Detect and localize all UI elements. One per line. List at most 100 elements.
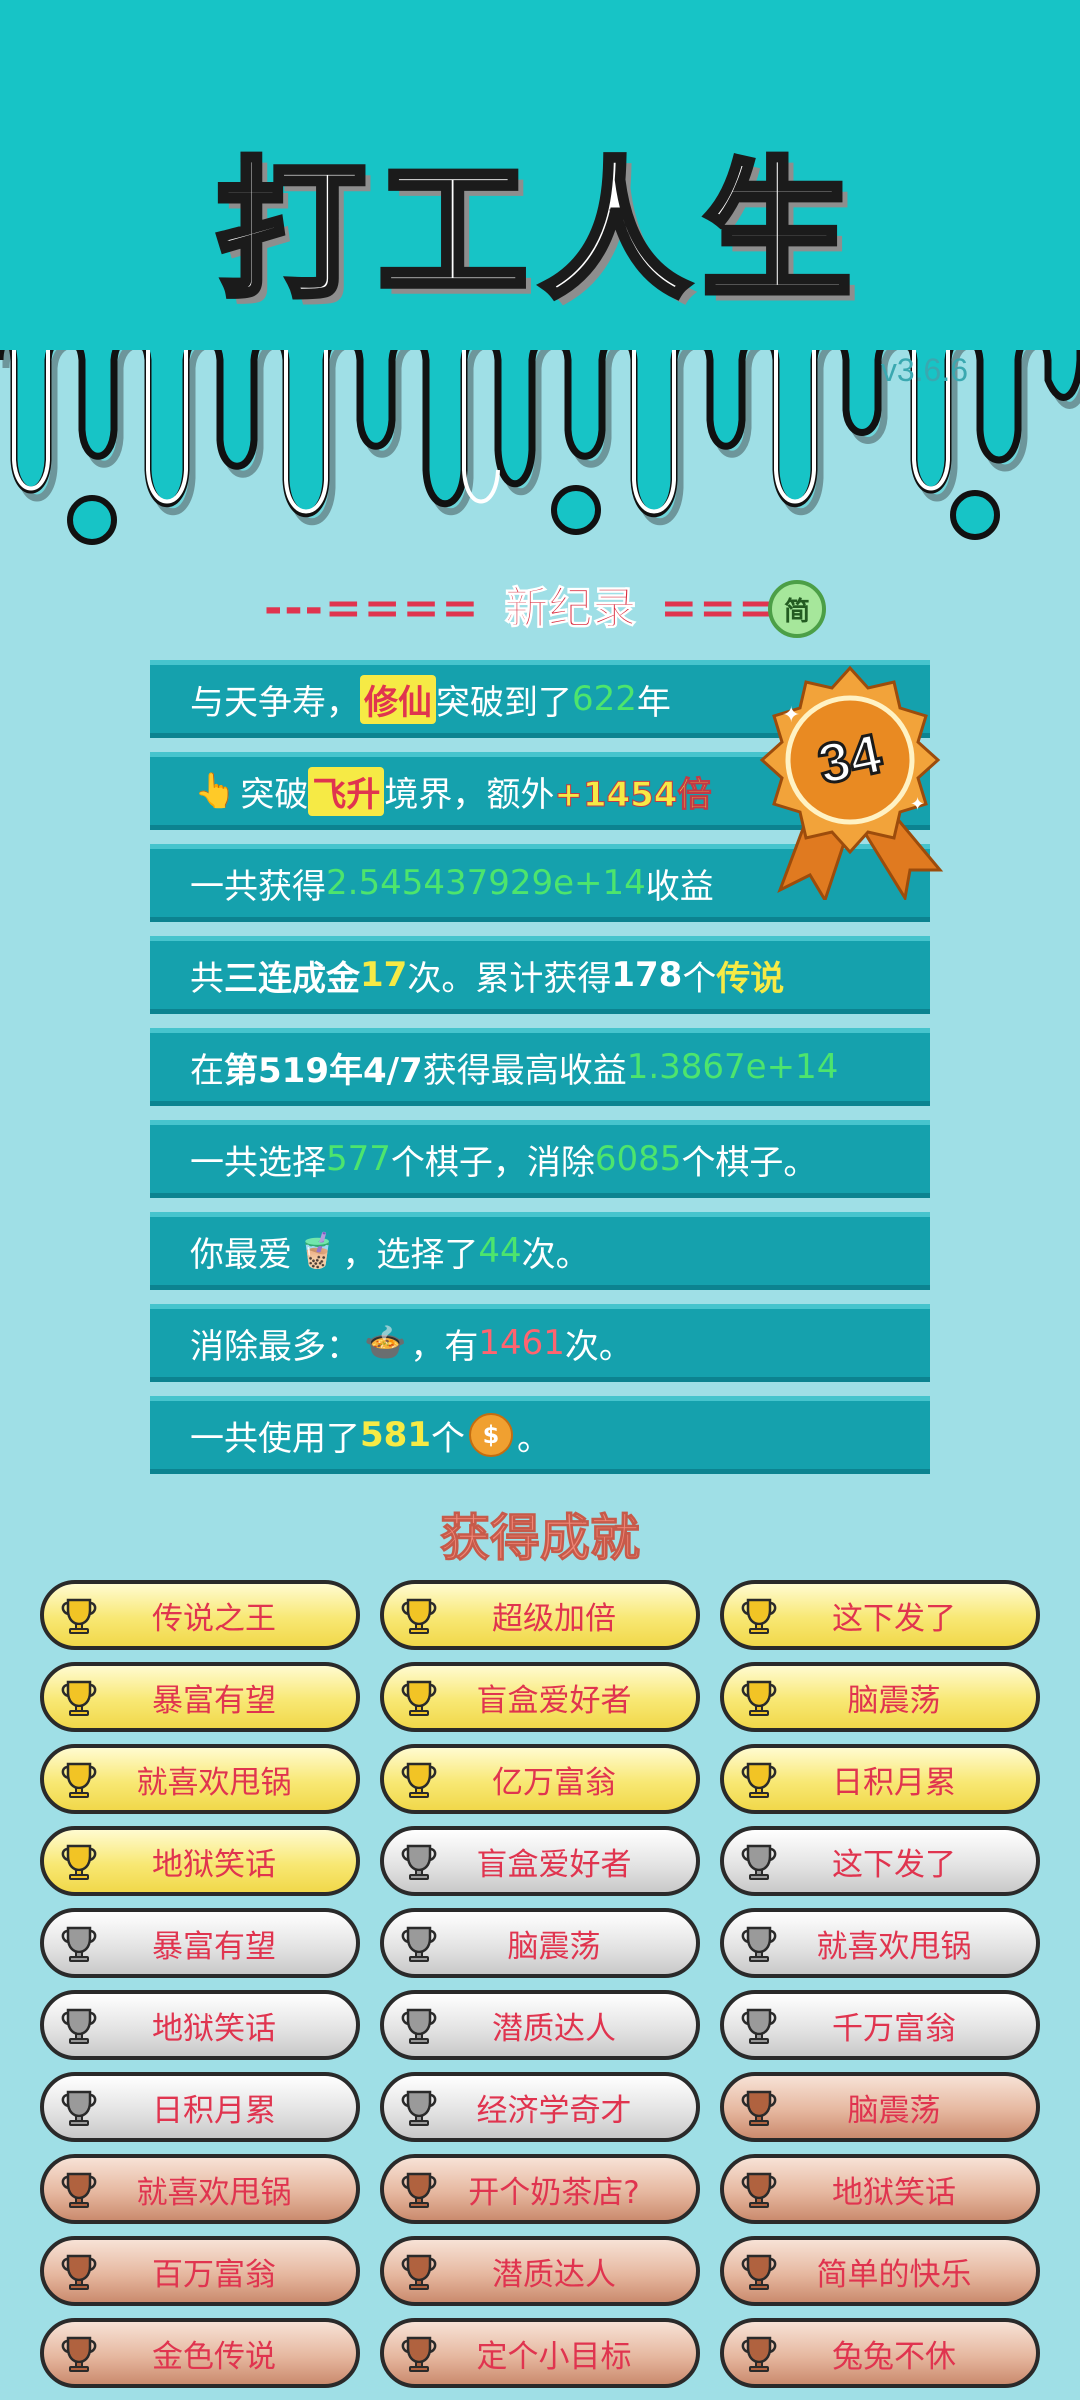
stat-text: 个棋子。 bbox=[681, 1142, 818, 1183]
simplified-toggle-button[interactable]: 简 bbox=[768, 580, 826, 638]
trophy-icon bbox=[396, 1920, 442, 1966]
achievement-badge[interactable]: 地狱笑话 bbox=[40, 1826, 360, 1896]
achievement-badge[interactable]: 开个奶茶店? bbox=[380, 2154, 700, 2224]
achievement-badge[interactable]: 就喜欢甩锅 bbox=[40, 1744, 360, 1814]
app-title: 打工人生 bbox=[213, 142, 864, 322]
achievement-badge[interactable]: 亿万富翁 bbox=[380, 1744, 700, 1814]
achievement-label: 潜质达人 bbox=[492, 2256, 616, 2293]
achievement-badge[interactable]: 日积月累 bbox=[720, 1744, 1040, 1814]
stat-text: 获得最高收益 bbox=[422, 1050, 627, 1091]
trophy-icon bbox=[56, 2166, 102, 2212]
trophy-icon bbox=[396, 2002, 442, 2048]
stat-text: 个棋子，消除 bbox=[390, 1142, 595, 1183]
achievement-badge[interactable]: 这下发了 bbox=[720, 1580, 1040, 1650]
achievement-badge[interactable]: 暴富有望 bbox=[40, 1908, 360, 1978]
achievement-label: 兔兔不休 bbox=[832, 2338, 956, 2375]
stat-text: 消除最多： bbox=[190, 1326, 360, 1367]
stat-text: +1454倍 bbox=[554, 774, 712, 815]
stat-row: 一共使用了 581 个 $。 bbox=[150, 1396, 930, 1474]
achievement-label: 潜质达人 bbox=[492, 2010, 616, 2047]
achievement-badge[interactable]: 就喜欢甩锅 bbox=[720, 1908, 1040, 1978]
stat-text: 2.545437929e+14 bbox=[326, 863, 646, 903]
stat-text: 次。累计获得 bbox=[407, 958, 612, 999]
achievement-label: 简单的快乐 bbox=[816, 2256, 972, 2293]
stat-text: 在 bbox=[190, 1050, 224, 1091]
achievement-label: 就喜欢甩锅 bbox=[136, 2174, 292, 2211]
achievement-badge[interactable]: 盲盒爱好者 bbox=[380, 1662, 700, 1732]
achievement-label: 就喜欢甩锅 bbox=[136, 1764, 292, 1801]
achievement-badge[interactable]: 地狱笑话 bbox=[720, 2154, 1040, 2224]
achievement-badge[interactable]: 超级加倍 bbox=[380, 1580, 700, 1650]
achievement-label: 超级加倍 bbox=[492, 1600, 616, 1637]
trophy-icon bbox=[56, 2330, 102, 2376]
stat-text: 。 bbox=[516, 1418, 551, 1459]
trophy-icon bbox=[56, 1674, 102, 1720]
stat-text: 一共使用了 bbox=[190, 1418, 360, 1459]
stat-text: 577 bbox=[326, 1139, 391, 1179]
stat-text: 飞升 bbox=[308, 766, 385, 816]
stat-text: 581 bbox=[360, 1415, 431, 1455]
achievement-label: 金色传说 bbox=[152, 2338, 276, 2375]
trophy-icon bbox=[736, 2166, 782, 2212]
trophy-icon bbox=[736, 2002, 782, 2048]
trophy-icon bbox=[396, 2248, 442, 2294]
trophy-icon bbox=[736, 2330, 782, 2376]
stat-text: 个 bbox=[682, 958, 717, 999]
trophy-icon bbox=[56, 2248, 102, 2294]
achievement-label: 脑震荡 bbox=[507, 1928, 601, 1965]
achievement-badge[interactable]: 日积月累 bbox=[40, 2072, 360, 2142]
trophy-icon bbox=[396, 2330, 442, 2376]
stat-text: 1461 bbox=[478, 1323, 565, 1363]
record-dash-left: ---==== bbox=[264, 583, 481, 634]
achievement-label: 暴富有望 bbox=[152, 1682, 276, 1719]
stat-text: 突破 bbox=[240, 774, 309, 815]
achievement-badge[interactable]: 脑震荡 bbox=[720, 2072, 1040, 2142]
rank-medal-icon: 34 ✦ ✦ bbox=[759, 665, 944, 900]
stat-text: 17 bbox=[360, 955, 408, 995]
achievement-badge[interactable]: 潜质达人 bbox=[380, 1990, 700, 2060]
stat-row: 消除最多： 🍲 ，有 1461 次。 bbox=[150, 1304, 930, 1382]
trophy-icon bbox=[736, 1756, 782, 1802]
achievement-label: 日积月累 bbox=[152, 2092, 276, 2129]
achievement-badge[interactable]: 兔兔不休 bbox=[720, 2318, 1040, 2388]
achievement-label: 这下发了 bbox=[832, 1846, 956, 1883]
achievement-badge[interactable]: 潜质达人 bbox=[380, 2236, 700, 2306]
achievement-badge[interactable]: 简单的快乐 bbox=[720, 2236, 1040, 2306]
achievement-badge[interactable]: 金色传说 bbox=[40, 2318, 360, 2388]
achievement-badge[interactable]: 地狱笑话 bbox=[40, 1990, 360, 2060]
stat-text: 境界，额外 bbox=[384, 774, 555, 815]
header: 打工人生 v3.6.6 bbox=[0, 0, 1080, 560]
trophy-icon bbox=[396, 2084, 442, 2130]
achievement-label: 盲盒爱好者 bbox=[476, 1846, 632, 1883]
trophy-icon bbox=[736, 1674, 782, 1720]
achievement-badge[interactable]: 暴富有望 bbox=[40, 1662, 360, 1732]
achievement-label: 百万富翁 bbox=[152, 2256, 276, 2293]
achievement-badge[interactable]: 这下发了 bbox=[720, 1826, 1040, 1896]
achievement-badge[interactable]: 就喜欢甩锅 bbox=[40, 2154, 360, 2224]
achievement-label: 就喜欢甩锅 bbox=[816, 1928, 972, 1965]
achievement-label: 千万富翁 bbox=[832, 2010, 956, 2047]
achievement-label: 定个小目标 bbox=[476, 2338, 632, 2375]
inline-item-icon: 🍲 bbox=[364, 1323, 407, 1363]
achievement-badge[interactable]: 千万富翁 bbox=[720, 1990, 1040, 2060]
achievement-badge[interactable]: 传说之王 bbox=[40, 1580, 360, 1650]
achievement-badge[interactable]: 定个小目标 bbox=[380, 2318, 700, 2388]
stat-text: 6085 bbox=[594, 1139, 682, 1179]
achievement-badge[interactable]: 百万富翁 bbox=[40, 2236, 360, 2306]
stat-text: 三连成金 bbox=[224, 958, 360, 999]
achievement-label: 地狱笑话 bbox=[832, 2174, 956, 2211]
stat-row: 你最爱 🧋 ，选择了 44 次。 bbox=[150, 1212, 930, 1290]
svg-text:✦: ✦ bbox=[910, 794, 925, 815]
achievement-label: 开个奶茶店? bbox=[468, 2174, 640, 2211]
stat-text: 44 bbox=[478, 1231, 522, 1271]
achievement-badge[interactable]: 脑震荡 bbox=[720, 1662, 1040, 1732]
stat-text: 次。 bbox=[564, 1326, 633, 1367]
trophy-icon bbox=[396, 1838, 442, 1884]
medal-number: 34 bbox=[813, 721, 887, 796]
trophy-icon bbox=[736, 1838, 782, 1884]
achievement-badge[interactable]: 经济学奇才 bbox=[380, 2072, 700, 2142]
achievement-badge[interactable]: 脑震荡 bbox=[380, 1908, 700, 1978]
achievement-label: 暴富有望 bbox=[152, 1928, 276, 1965]
achievement-label: 传说之王 bbox=[152, 1600, 276, 1637]
achievement-badge[interactable]: 盲盒爱好者 bbox=[380, 1826, 700, 1896]
